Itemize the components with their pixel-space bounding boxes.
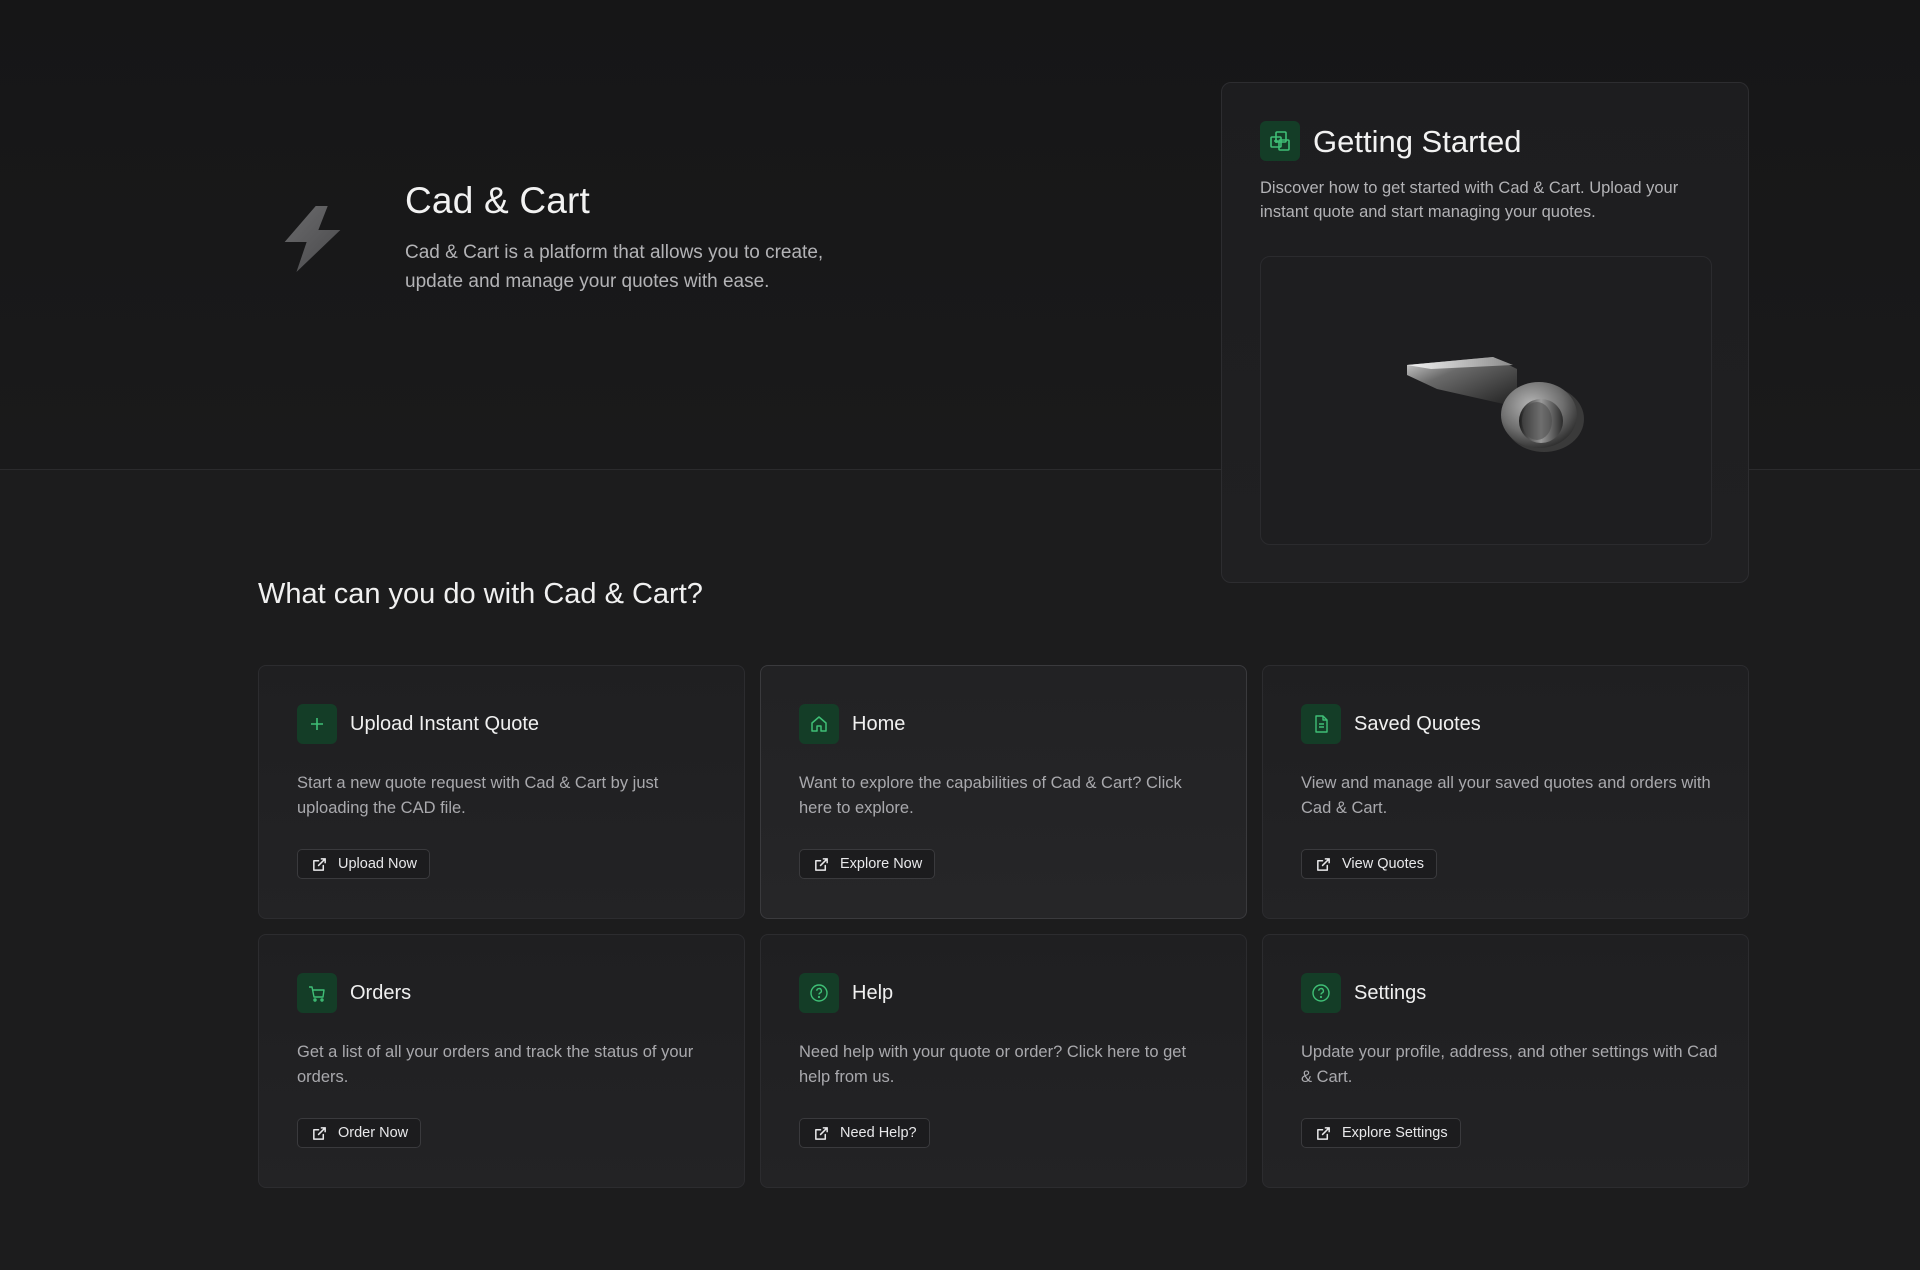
cad-part-render xyxy=(1407,357,1584,452)
help-circle-icon xyxy=(1301,973,1341,1013)
order-now-button[interactable]: Order Now xyxy=(297,1118,422,1148)
explore-settings-button[interactable]: Explore Settings xyxy=(1301,1118,1461,1148)
card-description: Start a new quote request with Cad & Car… xyxy=(297,774,659,817)
home-icon xyxy=(799,704,839,744)
external-link-icon xyxy=(313,1127,326,1140)
card-help[interactable]: Help Need help with your quote or order?… xyxy=(760,934,1247,1188)
external-link-icon xyxy=(1317,1127,1330,1140)
card-saved-quotes[interactable]: Saved Quotes View and manage all your sa… xyxy=(1262,665,1749,919)
external-link-icon xyxy=(1317,858,1330,871)
button-label: Explore Settings xyxy=(1342,1125,1448,1141)
card-upload-instant-quote[interactable]: Upload Instant Quote Start a new quote r… xyxy=(258,665,745,919)
button-label: Upload Now xyxy=(338,856,417,872)
external-link-icon xyxy=(313,858,326,871)
card-description: Get a list of all your orders and track … xyxy=(297,1043,694,1086)
button-label: Order Now xyxy=(338,1125,409,1141)
getting-started-card: Getting Started Discover how to get star… xyxy=(1221,82,1749,583)
card-description: Want to explore the capabilities of Cad … xyxy=(799,774,1182,817)
card-description: Update your profile, address, and other … xyxy=(1301,1043,1718,1086)
external-link-icon xyxy=(815,1127,828,1140)
getting-started-description: Discover how to get started with Cad & C… xyxy=(1260,179,1679,221)
upload-now-button[interactable]: Upload Now xyxy=(297,849,430,879)
card-description: View and manage all your saved quotes an… xyxy=(1301,774,1711,817)
plus-icon xyxy=(297,704,337,744)
button-label: View Quotes xyxy=(1342,856,1424,872)
help-circle-icon xyxy=(799,973,839,1013)
button-label: Explore Now xyxy=(840,856,923,872)
card-title: Saved Quotes xyxy=(1354,713,1481,735)
hero-description: Cad & Cart is a platform that allows you… xyxy=(405,242,824,292)
explore-now-button[interactable]: Explore Now xyxy=(799,849,936,879)
getting-started-title: Getting Started xyxy=(1313,124,1522,159)
card-settings[interactable]: Settings Update your profile, address, a… xyxy=(1262,934,1749,1188)
button-label: Need Help? xyxy=(840,1125,917,1141)
document-icon xyxy=(1301,704,1341,744)
card-title: Help xyxy=(852,982,894,1004)
card-home[interactable]: Home Want to explore the capabilities of… xyxy=(760,665,1247,919)
hero-title: Cad & Cart xyxy=(405,180,591,221)
card-description: Need help with your quote or order? Clic… xyxy=(799,1043,1187,1086)
bolt-logo-icon xyxy=(284,206,341,272)
cart-icon xyxy=(297,973,337,1013)
need-help-button[interactable]: Need Help? xyxy=(799,1118,930,1148)
layers-icon xyxy=(1260,121,1300,161)
section-title: What can you do with Cad & Cart? xyxy=(258,578,703,610)
cad-model-preview[interactable] xyxy=(1260,256,1712,545)
view-quotes-button[interactable]: View Quotes xyxy=(1301,849,1437,879)
card-title: Upload Instant Quote xyxy=(350,713,540,735)
card-title: Orders xyxy=(350,982,412,1004)
card-title: Home xyxy=(852,713,906,735)
card-title: Settings xyxy=(1354,982,1427,1004)
external-link-icon xyxy=(815,858,828,871)
card-orders[interactable]: Orders Get a list of all your orders and… xyxy=(258,934,745,1188)
